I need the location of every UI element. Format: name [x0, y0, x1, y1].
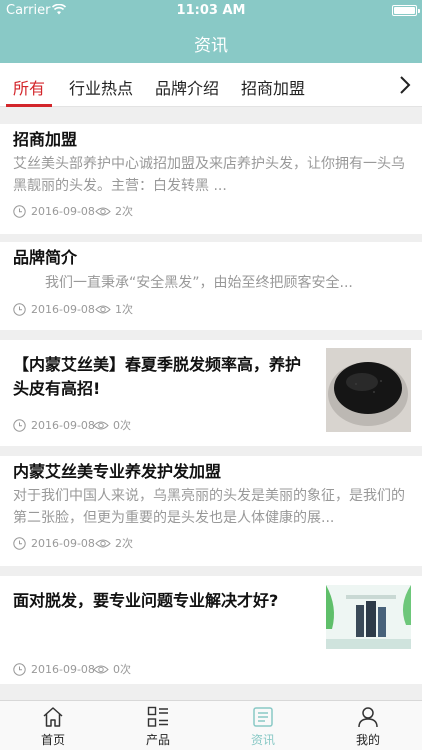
chevron-right-icon[interactable] [398, 75, 412, 95]
product-banner-thumbnail [326, 585, 411, 649]
tab-industry-hot[interactable]: 行业热点 [69, 75, 133, 99]
article-title: 品牌简介 [13, 248, 78, 267]
bottom-tab-label: 资讯 [250, 733, 275, 747]
article-title: 招商加盟 [13, 130, 78, 149]
eye-icon [95, 305, 111, 314]
article-meta: 2016-09-08 2次 [13, 537, 213, 551]
status-bar: Carrier 11:03 AM [0, 0, 422, 22]
eye-icon [95, 539, 111, 548]
article-summary: 对于我们中国人来说，乌黑亮丽的头发是美丽的象征，是我们的第二张脸，但更为重要的是… [13, 488, 405, 526]
bottom-tab-me[interactable]: 我的 [326, 701, 410, 750]
article-views: 0次 [113, 663, 131, 676]
article-views: 1次 [115, 303, 133, 316]
user-icon [358, 707, 378, 728]
article-meta: 2016-09-08 0次 [13, 663, 213, 677]
article-summary: 艾丝美头部养护中心诚招加盟及来店养护头发，让你拥有一头乌黑靓丽的头发。主营：白发… [13, 156, 405, 194]
battery-icon [392, 5, 420, 16]
home-icon [43, 707, 63, 727]
clock-icon [13, 205, 26, 218]
article-card[interactable]: 【内蒙艾丝美】春夏季脱发频率高，养护头皮有高招! 2016-09-08 0次 [0, 340, 422, 446]
article-views: 0次 [113, 419, 131, 432]
bottom-tab-home[interactable]: 首页 [11, 701, 95, 750]
bottom-tab-label: 产品 [145, 733, 170, 747]
page-title: 资讯 [194, 36, 228, 56]
article-summary: 我们一直秉承“安全黑发”，由始至终把顾客安全... [45, 275, 353, 291]
article-meta: 2016-09-08 0次 [13, 419, 213, 433]
article-meta: 2016-09-08 1次 [13, 303, 213, 317]
active-tab-indicator [6, 104, 52, 107]
article-meta: 2016-09-08 2次 [13, 205, 213, 219]
bottom-tab-products[interactable]: 产品 [116, 701, 200, 750]
bottom-tab-label: 首页 [40, 733, 65, 747]
eye-icon [95, 207, 111, 216]
category-tabs: 所有 行业热点 品牌介绍 招商加盟 [0, 63, 422, 107]
clock-icon [13, 303, 26, 316]
article-card[interactable]: 招商加盟 艾丝美头部养护中心诚招加盟及来店养护头发，让你拥有一头乌黑靓丽的头发。… [0, 124, 422, 234]
article-views: 2次 [115, 205, 133, 218]
clock: 11:03 AM [176, 3, 246, 18]
grid-list-icon [147, 706, 168, 727]
tab-all[interactable]: 所有 [13, 75, 45, 99]
article-date: 2016-09-08 [31, 537, 95, 550]
article-date: 2016-09-08 [31, 205, 95, 218]
news-icon [253, 707, 273, 727]
bottom-tab-label: 我的 [355, 733, 380, 747]
clock-icon [13, 419, 26, 432]
article-title: 【内蒙艾丝美】春夏季脱发频率高，养护头皮有高招! [13, 355, 302, 398]
top-navigation-bar: Carrier 11:03 AM 资讯 [0, 0, 422, 63]
eye-icon [93, 421, 109, 430]
article-card[interactable]: 面对脱发，要专业问题专业解决才好? 2016-09-08 0次 [0, 576, 422, 684]
tab-franchise[interactable]: 招商加盟 [241, 75, 305, 99]
article-title: 面对脱发，要专业问题专业解决才好? [13, 591, 279, 610]
article-date: 2016-09-08 [31, 303, 95, 316]
bottom-tab-bar: 首页 产品 资讯 我的 [0, 700, 422, 750]
article-date: 2016-09-08 [31, 419, 95, 432]
eye-icon [93, 665, 109, 674]
bottom-tab-news[interactable]: 资讯 [221, 701, 305, 750]
article-date: 2016-09-08 [31, 663, 95, 676]
article-views: 2次 [115, 537, 133, 550]
clock-icon [13, 537, 26, 550]
article-card[interactable]: 内蒙艾丝美专业养发护发加盟 对于我们中国人来说，乌黑亮丽的头发是美丽的象征，是我… [0, 456, 422, 566]
article-card[interactable]: 品牌简介 我们一直秉承“安全黑发”，由始至终把顾客安全... 2016-09-0… [0, 242, 422, 330]
tab-brand-intro[interactable]: 品牌介绍 [155, 75, 219, 99]
black-seeds-thumbnail [326, 348, 411, 432]
article-title: 内蒙艾丝美专业养发护发加盟 [13, 462, 222, 481]
clock-icon [13, 663, 26, 676]
